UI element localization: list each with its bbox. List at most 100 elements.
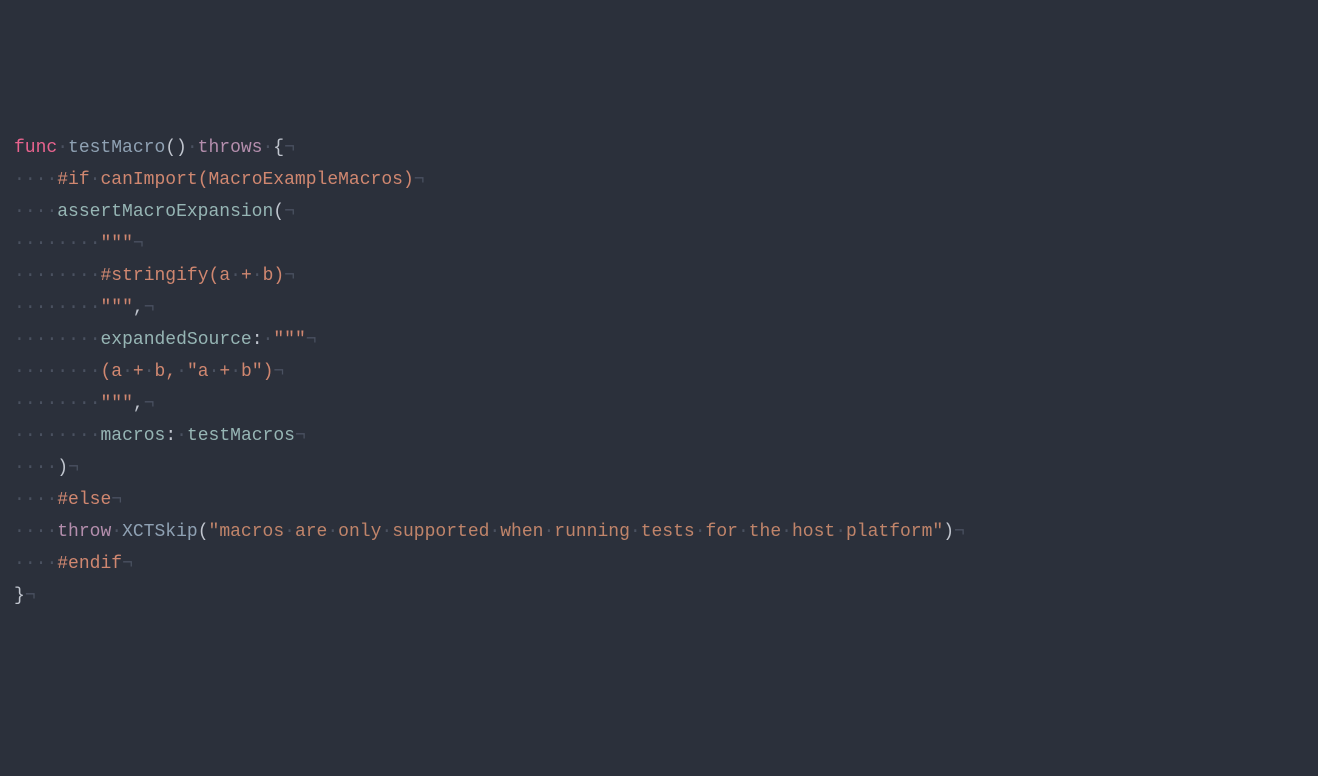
token-ws: ¬ [144, 394, 155, 414]
whitespace-dot: · [36, 394, 47, 414]
token-type: XCTSkip [122, 522, 198, 542]
token-ws: · [187, 138, 198, 158]
token-param: macros [101, 426, 166, 446]
token-ws: ¬ [25, 586, 36, 606]
token-string: #stringify(a [101, 266, 231, 286]
token-param: expandedSource [101, 330, 252, 350]
token-string: """ [101, 394, 133, 414]
token-directive: canImport [100, 170, 197, 190]
whitespace-dot: · [90, 298, 101, 318]
token-ws: ¬ [284, 266, 295, 286]
whitespace-dot: · [90, 330, 101, 350]
token-punct: () [165, 138, 187, 158]
token-ws: · [262, 138, 273, 158]
token-punct: , [133, 394, 144, 414]
token-punct: ) [943, 522, 954, 542]
whitespace-dot: · [36, 330, 47, 350]
token-directive: #if [57, 170, 89, 190]
whitespace-dot: · [14, 298, 25, 318]
token-ws: · [230, 362, 241, 382]
whitespace-dot: · [68, 362, 79, 382]
whitespace-dot: · [36, 554, 47, 574]
token-string2: tests [641, 522, 695, 542]
whitespace-dot: · [25, 522, 36, 542]
whitespace-dot: · [14, 394, 25, 414]
token-ws: · [695, 522, 706, 542]
code-line[interactable]: ········expandedSource:·"""¬ [0, 324, 1318, 356]
token-string2: supported [392, 522, 489, 542]
whitespace-dot: · [36, 522, 47, 542]
whitespace-dot: · [25, 394, 36, 414]
whitespace-dot: · [46, 490, 57, 510]
whitespace-dot: · [68, 426, 79, 446]
whitespace-dot: · [36, 490, 47, 510]
token-ws: · [381, 522, 392, 542]
code-editor[interactable]: func·testMacro()·throws·{¬····#if·canImp… [0, 132, 1318, 612]
whitespace-dot: · [36, 298, 47, 318]
code-line[interactable]: ········""",¬ [0, 388, 1318, 420]
token-kw-throws: throws [198, 138, 263, 158]
token-ws: ¬ [284, 138, 295, 158]
code-line[interactable]: ········""",¬ [0, 292, 1318, 324]
whitespace-dot: · [14, 234, 25, 254]
whitespace-dot: · [46, 458, 57, 478]
token-punct: { [273, 138, 284, 158]
token-ws: · [230, 266, 241, 286]
token-ws: ¬ [122, 554, 133, 574]
whitespace-dot: · [68, 394, 79, 414]
token-directive: MacroExampleMacros [209, 170, 403, 190]
code-line[interactable]: ········(a·+·b,·"a·+·b")¬ [0, 356, 1318, 388]
token-string2: for [706, 522, 738, 542]
token-punct: , [133, 298, 144, 318]
whitespace-dot: · [46, 170, 57, 190]
token-ws: ¬ [68, 458, 79, 478]
token-ws: ¬ [954, 522, 965, 542]
whitespace-dot: · [79, 330, 90, 350]
whitespace-dot: · [46, 426, 57, 446]
token-string: + [219, 362, 230, 382]
token-punct: ( [198, 522, 209, 542]
code-line[interactable]: ····#endif¬ [0, 548, 1318, 580]
token-ws: ¬ [133, 234, 144, 254]
code-line[interactable]: ········#stringify(a·+·b)¬ [0, 260, 1318, 292]
token-punct: ( [273, 202, 284, 222]
whitespace-dot: · [68, 266, 79, 286]
whitespace-dot: · [90, 362, 101, 382]
whitespace-dot: · [14, 554, 25, 574]
whitespace-dot: · [57, 298, 68, 318]
token-ws: ¬ [284, 202, 295, 222]
token-ws: · [57, 138, 68, 158]
whitespace-dot: · [25, 458, 36, 478]
code-line[interactable]: func·testMacro()·throws·{¬ [0, 132, 1318, 164]
token-ws: ¬ [111, 490, 122, 510]
whitespace-dot: · [79, 266, 90, 286]
code-line[interactable]: ····#else¬ [0, 484, 1318, 516]
token-ws: · [252, 266, 263, 286]
token-ws: · [176, 362, 187, 382]
token-ws: · [781, 522, 792, 542]
whitespace-dot: · [46, 554, 57, 574]
code-line[interactable]: ········macros:·testMacros¬ [0, 420, 1318, 452]
token-string2: the [749, 522, 781, 542]
whitespace-dot: · [14, 202, 25, 222]
token-string: """ [101, 298, 133, 318]
code-line[interactable]: ····#if·canImport(MacroExampleMacros)¬ [0, 164, 1318, 196]
code-line[interactable]: ········"""¬ [0, 228, 1318, 260]
token-ws: · [738, 522, 749, 542]
whitespace-dot: · [90, 234, 101, 254]
code-line[interactable]: ····assertMacroExpansion(¬ [0, 196, 1318, 228]
token-ws: · [122, 362, 133, 382]
code-line[interactable]: ····throw·XCTSkip("macros·are·only·suppo… [0, 516, 1318, 548]
whitespace-dot: · [14, 426, 25, 446]
token-string: """ [273, 330, 305, 350]
whitespace-dot: · [14, 490, 25, 510]
whitespace-dot: · [36, 426, 47, 446]
whitespace-dot: · [68, 234, 79, 254]
code-line[interactable]: }¬ [0, 580, 1318, 612]
whitespace-dot: · [90, 426, 101, 446]
code-line[interactable]: ····)¬ [0, 452, 1318, 484]
whitespace-dot: · [25, 298, 36, 318]
token-ws: · [111, 522, 122, 542]
token-ws: · [543, 522, 554, 542]
whitespace-dot: · [46, 330, 57, 350]
